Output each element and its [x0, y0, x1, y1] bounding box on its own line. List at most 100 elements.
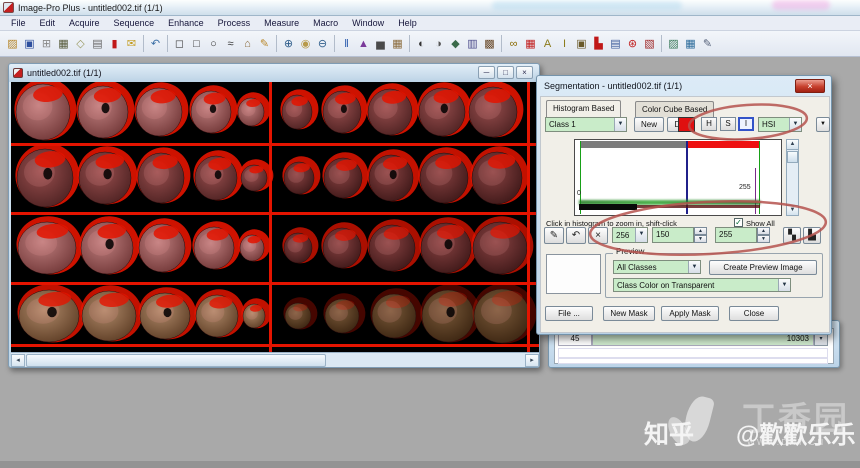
contrast-icon[interactable]: ◐ [414, 35, 429, 53]
count-grid-icon[interactable]: ▦ [523, 35, 538, 53]
snapshot-icon[interactable]: ▣ [574, 35, 589, 53]
ellipse-aoi-icon[interactable]: ○ [206, 35, 221, 53]
chevron-down-icon[interactable]: ▼ [789, 118, 801, 131]
create-preview-button[interactable]: Create Preview Image [709, 260, 817, 275]
equalize-icon[interactable]: ▥ [465, 35, 480, 53]
preview-mode-select[interactable]: Class Color on Transparent▼ [613, 278, 791, 292]
pseudo-color-icon[interactable]: ▲ [356, 35, 371, 53]
save-icon[interactable]: ▣ [22, 35, 37, 53]
menu-window[interactable]: Window [345, 18, 391, 28]
toolbar-separator[interactable] [409, 35, 410, 52]
image-window-titlebar[interactable]: untitled002.tif (1/1) ─ □ × [9, 64, 539, 82]
sharpen-icon[interactable]: ◆ [448, 35, 463, 53]
print-icon[interactable]: ▤ [90, 35, 105, 53]
chevron-down-icon[interactable]: ▼ [688, 261, 700, 273]
image-canvas-area[interactable]: ◂ ▸ [11, 82, 539, 367]
stack-icon[interactable]: ▩ [482, 35, 497, 53]
report-icon[interactable]: ▧ [642, 35, 657, 53]
menu-measure[interactable]: Measure [257, 18, 306, 28]
contact-sheet-icon[interactable]: ⊞ [39, 35, 54, 53]
channel-s-button[interactable]: S [720, 117, 736, 131]
class-color-swatch[interactable] [678, 117, 695, 132]
chevron-down-icon[interactable]: ▼ [614, 118, 626, 131]
image-close-button[interactable]: × [516, 66, 533, 79]
h-scrollbar-thumb[interactable] [26, 354, 326, 367]
channel-i-button[interactable]: I [738, 117, 754, 131]
scroll-down-icon[interactable]: ▼ [787, 205, 798, 215]
freehand-aoi-icon[interactable]: ≈ [223, 35, 238, 53]
range-high-spinner[interactable]: ▲▼ [757, 227, 770, 243]
color-model-select[interactable]: HSI▼ [758, 117, 802, 132]
tab-color-cube-based[interactable]: Color Cube Based [635, 101, 714, 117]
zoom-out-icon[interactable]: ⊖ [315, 35, 330, 53]
scroll-up-icon[interactable]: ▲ [787, 140, 798, 150]
histogram-tool-icon[interactable]: ▅ [373, 35, 388, 53]
class-select[interactable]: Class 1▼ [545, 117, 627, 132]
toolbar-separator[interactable] [334, 35, 335, 52]
show-all-checkbox[interactable]: ✓ [734, 218, 743, 227]
gallery-blue-icon[interactable]: ▤ [608, 35, 623, 53]
range-low-spinner[interactable]: ▲▼ [694, 227, 707, 243]
menu-acquire[interactable]: Acquire [62, 18, 107, 28]
apply-mask-button[interactable]: Apply Mask [661, 306, 719, 321]
count-size-icon[interactable]: ⊛ [625, 35, 640, 53]
channel-h-button[interactable]: H [701, 117, 717, 131]
delete-range-icon[interactable]: × [588, 227, 608, 244]
image-minimize-button[interactable]: ─ [478, 66, 495, 79]
sample-mask-icon[interactable]: ▚ [783, 227, 801, 244]
menu-process[interactable]: Process [211, 18, 258, 28]
toolbar-separator[interactable] [276, 35, 277, 52]
segmentation-histogram[interactable]: 0 255 [574, 139, 782, 216]
gallery-icon[interactable]: ▦ [390, 35, 405, 53]
new-aoi-icon[interactable]: ◻ [172, 35, 187, 53]
menu-sequence[interactable]: Sequence [107, 18, 162, 28]
binoculars-icon[interactable]: ∞ [506, 35, 521, 53]
tab-histogram-based[interactable]: Histogram Based [546, 100, 621, 117]
toolbar-separator[interactable] [661, 35, 662, 52]
file-button[interactable]: File ... [545, 306, 593, 321]
toolbar-separator[interactable] [143, 35, 144, 52]
dialog-close-button[interactable]: × [795, 79, 825, 93]
new-class-button[interactable]: New [634, 117, 664, 132]
image-maximize-button[interactable]: □ [497, 66, 514, 79]
trace-aoi-icon[interactable]: ⌂ [240, 35, 255, 53]
toolbar-separator[interactable] [501, 35, 502, 52]
line-profile-icon[interactable]: ‖ [339, 35, 354, 53]
scanner-icon[interactable]: ◇ [73, 35, 88, 53]
rect-aoi-icon[interactable]: □ [189, 35, 204, 53]
range-low-field[interactable]: 150 [652, 227, 694, 243]
class-row-more-dropdown[interactable]: ▼ [816, 117, 830, 132]
enhance-icon[interactable]: ◑ [431, 35, 446, 53]
eyedropper-icon[interactable]: ✎ [544, 227, 564, 244]
scrollbar-thumb[interactable] [787, 151, 798, 163]
open-icon[interactable]: ▨ [5, 35, 20, 53]
histogram-zoom-scrollbar[interactable]: ▲ ▼ [786, 139, 799, 216]
preview-classes-select[interactable]: All Classes▼ [613, 260, 701, 274]
bins-select[interactable]: 256▼ [612, 227, 648, 243]
menu-enhance[interactable]: Enhance [161, 18, 211, 28]
h-scrollbar[interactable]: ◂ ▸ [11, 352, 539, 367]
record-icon[interactable]: ▮ [107, 35, 122, 53]
chevron-down-icon[interactable]: ▼ [635, 228, 647, 242]
range-high-field[interactable]: 255 [715, 227, 757, 243]
zoom-in-icon[interactable]: ⊕ [281, 35, 296, 53]
toolbar-separator[interactable] [167, 35, 168, 52]
export-icon[interactable]: ▨ [666, 35, 681, 53]
scroll-left-icon[interactable]: ◂ [11, 354, 25, 367]
histogram-red-icon[interactable]: ▙ [591, 35, 606, 53]
macro-pen-icon[interactable]: ✎ [700, 35, 715, 53]
undo-icon[interactable]: ↶ [148, 35, 163, 53]
menu-macro[interactable]: Macro [306, 18, 345, 28]
menu-help[interactable]: Help [391, 18, 424, 28]
menu-file[interactable]: File [4, 18, 33, 28]
video-capture-icon[interactable]: ▦ [56, 35, 71, 53]
menu-edit[interactable]: Edit [33, 18, 63, 28]
scroll-right-icon[interactable]: ▸ [525, 354, 539, 367]
chevron-down-icon[interactable]: ▼ [778, 279, 790, 291]
pen-icon[interactable]: ✎ [257, 35, 272, 53]
chart-icon[interactable]: ▦ [683, 35, 698, 53]
close-button[interactable]: Close [729, 306, 779, 321]
new-mask-button[interactable]: New Mask [603, 306, 655, 321]
pan-icon[interactable]: ◉ [298, 35, 313, 53]
histogram-view-icon[interactable]: ▙ [803, 227, 821, 244]
